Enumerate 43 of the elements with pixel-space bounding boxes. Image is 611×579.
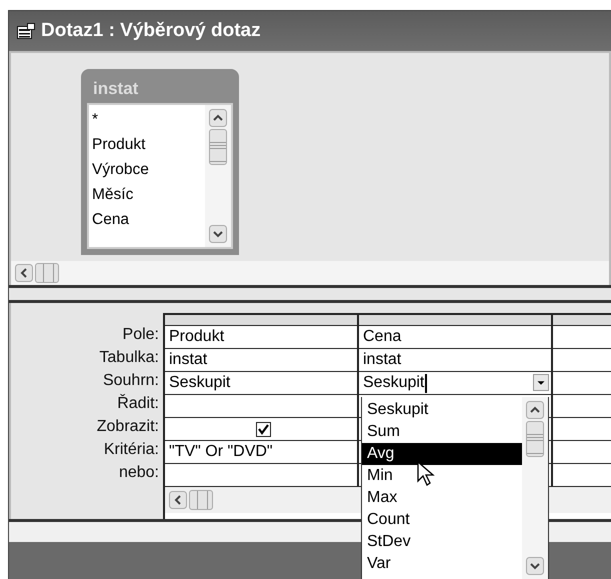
field-item[interactable]: Výrobce [92,157,205,182]
dropdown-item[interactable]: Var [362,553,522,575]
scroll-left-button[interactable] [15,264,33,282]
field-item[interactable]: Cena [92,207,205,232]
field-item[interactable]: Měsíc [92,182,205,207]
dropdown-item[interactable]: Count [362,509,522,531]
row-label: Řadit: [117,393,159,414]
table-field-list[interactable]: instat * Produkt Výrobce Měsíc Cena [81,69,239,255]
scroll-down-button[interactable] [526,557,544,575]
field-item[interactable]: * [92,107,205,132]
scroll-up-button[interactable] [209,109,227,127]
window-title: Dotaz1 : Výběrový dotaz [41,20,261,42]
grid-cell[interactable]: Produkt [165,326,359,348]
field-item[interactable]: Produkt [92,132,205,157]
dropdown-item[interactable]: Min [362,465,522,487]
grid-cell[interactable]: instat [165,349,359,371]
dropdown-item[interactable]: Seskupit [362,399,522,421]
dropdown-item[interactable]: Avg [362,443,522,465]
scroll-down-button[interactable] [209,225,227,243]
row-label: Souhrn: [102,371,159,391]
scroll-left-button[interactable] [169,491,187,509]
mouse-pointer-icon [417,461,435,487]
grid-cell[interactable]: instat [359,349,553,371]
scroll-up-button[interactable] [526,401,544,419]
scroll-thumb[interactable] [189,490,213,510]
grid-cell[interactable]: "TV" Or "DVD" [165,441,359,463]
row-label: Zobrazit: [96,417,159,437]
scroll-thumb[interactable] [526,421,544,457]
row-label: nebo: [118,463,159,483]
grid-cell[interactable]: Seskupit [165,372,359,394]
grid-cell[interactable]: Cena [359,326,553,348]
scroll-thumb[interactable] [35,263,59,283]
row-label: Kritéria: [104,440,159,460]
pane-splitter[interactable] [9,285,611,303]
row-label: Tabulka: [99,348,159,368]
table-title: instat [92,78,140,100]
query-window-icon [17,23,35,39]
show-checkbox[interactable] [256,422,270,436]
dropdown-item[interactable]: StDev [362,531,522,553]
total-combo[interactable]: Seskupit [359,372,553,394]
dropdown-item[interactable]: Sum [362,421,522,443]
row-label: Pole: [122,325,159,345]
scroll-thumb[interactable] [209,129,227,165]
